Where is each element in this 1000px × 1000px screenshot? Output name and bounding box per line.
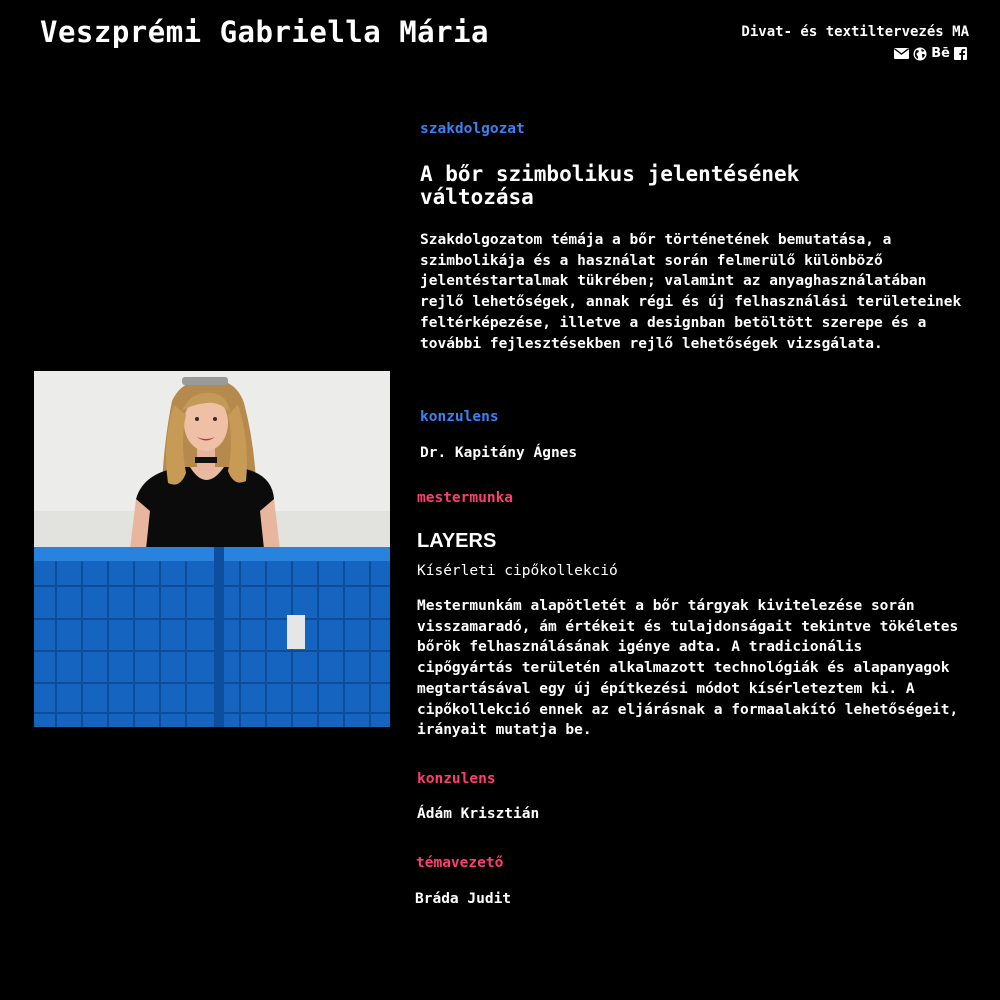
masterwork-subtitle: Kísérleti cipőkollekció (417, 563, 618, 579)
masterwork-description: Mestermunkám alapötletét a bőr tárgyak k… (417, 598, 959, 739)
masterwork-consultant-name: Ádám Krisztián (417, 806, 540, 822)
thesis-label: szakdolgozat (420, 121, 525, 137)
masterwork-title: LAYERS (417, 530, 497, 552)
social-links: Bē (894, 46, 967, 61)
masterwork-supervisor-label: témavezető (416, 855, 504, 871)
envelope-icon[interactable] (894, 46, 910, 61)
globe-icon[interactable] (913, 46, 927, 61)
thesis-consultant-label: konzulens (420, 409, 499, 425)
thesis-description: Szakdolgozatom témája a bőr történetének… (420, 232, 962, 352)
thesis-title: A bőr szimbolikus jelentésének változása (420, 162, 800, 209)
masterwork-consultant-label: konzulens (417, 771, 496, 787)
portrait-photo (34, 371, 390, 727)
facebook-icon[interactable] (954, 46, 967, 61)
student-name: Veszprémi Gabriella Mária (40, 15, 489, 49)
program-name: Divat- és textiltervezés MA (741, 24, 969, 40)
behance-icon[interactable]: Bē (931, 46, 950, 61)
masterwork-label: mestermunka (417, 490, 514, 506)
thesis-consultant-name: Dr. Kapitány Ágnes (420, 445, 578, 461)
masterwork-supervisor-name: Bráda Judit (415, 891, 512, 907)
